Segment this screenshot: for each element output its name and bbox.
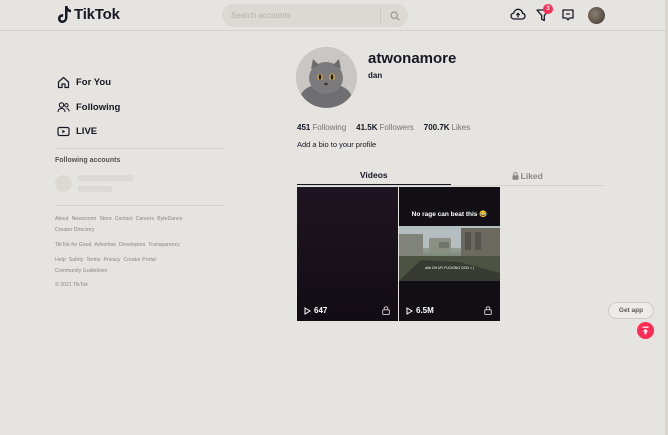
likes-label: Likes <box>451 123 471 132</box>
footer-link[interactable]: Careers <box>136 216 154 222</box>
cat-avatar-image <box>296 47 357 108</box>
footer-link[interactable]: Developers <box>119 242 145 248</box>
footer-link[interactable]: About <box>55 216 69 222</box>
footer-link[interactable]: Community Guidelines <box>55 268 107 274</box>
profile-tabs: Videos Liked <box>297 166 604 186</box>
tab-liked[interactable]: Liked <box>451 166 605 185</box>
profile-nickname: dan <box>368 71 383 80</box>
footer-row: Community Guidelines <box>55 266 225 277</box>
footer-link[interactable]: Transparency <box>148 242 180 248</box>
tiktok-note-icon <box>58 6 71 23</box>
scroll-to-top-button[interactable] <box>637 322 654 339</box>
messages-icon[interactable] <box>560 7 576 23</box>
view-count-value: 647 <box>314 306 328 315</box>
footer-link[interactable]: Creator Portal <box>124 257 156 263</box>
footer-link[interactable]: Store <box>99 216 111 222</box>
view-count: 6.5M <box>406 306 434 315</box>
profile-username: atwonamore <box>368 50 457 67</box>
copyright-text: © 2021 TikTok <box>55 282 88 288</box>
play-icon <box>304 306 311 315</box>
footer-link[interactable]: Advertise <box>94 242 116 248</box>
video-card[interactable]: No rage can beat this 😂 ahh OH MY FUCKIN… <box>399 187 500 321</box>
footer-row: Creator Directory <box>55 225 225 236</box>
lock-icon <box>512 171 519 180</box>
tab-liked-label: Liked <box>520 170 543 181</box>
top-header: TikTok 3 <box>0 0 668 31</box>
arrow-up-icon <box>642 326 649 335</box>
footer-link[interactable]: Terms <box>86 257 100 263</box>
following-accounts-heading: Following accounts <box>55 157 121 164</box>
followers-count: 41.5K <box>356 123 378 132</box>
footer-row: About Newsroom Store Contact Careers ByteDanc… <box>55 214 225 225</box>
footer-link[interactable]: Safety <box>69 257 84 263</box>
sidebar-item-following[interactable]: Following <box>57 101 120 114</box>
live-icon <box>57 126 70 137</box>
following-label: Following <box>312 123 347 132</box>
sidebar-item-label: Following <box>76 102 121 113</box>
user-avatar[interactable] <box>588 7 605 24</box>
search-icon <box>389 10 400 21</box>
search-bar <box>222 4 408 27</box>
notification-badge: 3 <box>543 4 553 14</box>
lock-icon <box>484 306 492 315</box>
skeleton-avatar <box>55 175 72 192</box>
footer-link[interactable]: Newsroom <box>72 216 97 222</box>
profile-stats: 451 Following 41.5K Followers 700.7K Likes <box>297 123 470 132</box>
video-card[interactable]: 647 <box>297 187 398 321</box>
footer-link[interactable]: Creator Directory <box>55 227 95 233</box>
footer-link[interactable]: ByteDance <box>157 216 182 222</box>
video-caption: No rage can beat this 😂 <box>411 211 488 218</box>
footer-link[interactable]: TikTok for Good <box>55 242 91 248</box>
get-app-button[interactable]: Get app <box>608 302 654 319</box>
lock-icon <box>382 306 390 315</box>
search-button[interactable] <box>381 4 408 27</box>
profile-avatar <box>296 47 357 108</box>
tiktok-logo[interactable]: TikTok <box>58 6 120 23</box>
logo-text: TikTok <box>74 6 120 23</box>
sidebar-item-label: For You <box>76 77 112 88</box>
tab-videos[interactable]: Videos <box>297 166 451 185</box>
following-stat[interactable]: 451 Following <box>297 123 346 132</box>
sidebar-item-for-you[interactable]: For You <box>57 76 111 89</box>
search-input[interactable] <box>222 4 380 27</box>
view-count-value: 6.5M <box>416 306 434 315</box>
profile-bio: Add a bio to your profile <box>297 140 377 149</box>
followers-stat[interactable]: 41.5K Followers <box>356 123 414 132</box>
followers-label: Followers <box>379 123 414 132</box>
users-icon <box>57 102 70 113</box>
home-icon <box>57 76 70 89</box>
footer-link[interactable]: Help <box>55 257 66 263</box>
likes-stat: 700.7K Likes <box>424 123 470 132</box>
footer-row: Help Safety Terms Privacy Creator Portal <box>55 255 225 266</box>
footer-link[interactable]: Contact <box>115 216 133 222</box>
footer-link[interactable]: Privacy <box>104 257 121 263</box>
view-count: 647 <box>304 306 327 315</box>
skeleton-line <box>78 175 133 181</box>
likes-count: 700.7K <box>423 123 450 132</box>
upload-icon[interactable] <box>510 7 526 23</box>
play-icon <box>406 306 413 315</box>
sidebar-item-label: LIVE <box>76 126 98 137</box>
video-subtitle: ahh OH MY FUCKING GOD < | <box>425 266 474 270</box>
sidebar-divider <box>55 148 225 149</box>
skeleton-line <box>78 186 112 192</box>
following-count: 451 <box>297 123 311 132</box>
footer-row: TikTok for Good Advertise Developers Transp… <box>55 240 225 251</box>
sidebar-item-live[interactable]: LIVE <box>57 125 97 138</box>
video-thumbnail-scene: ahh OH MY FUCKING GOD < | <box>399 226 500 281</box>
sidebar-divider <box>55 205 225 206</box>
game-scene-image <box>399 226 500 281</box>
